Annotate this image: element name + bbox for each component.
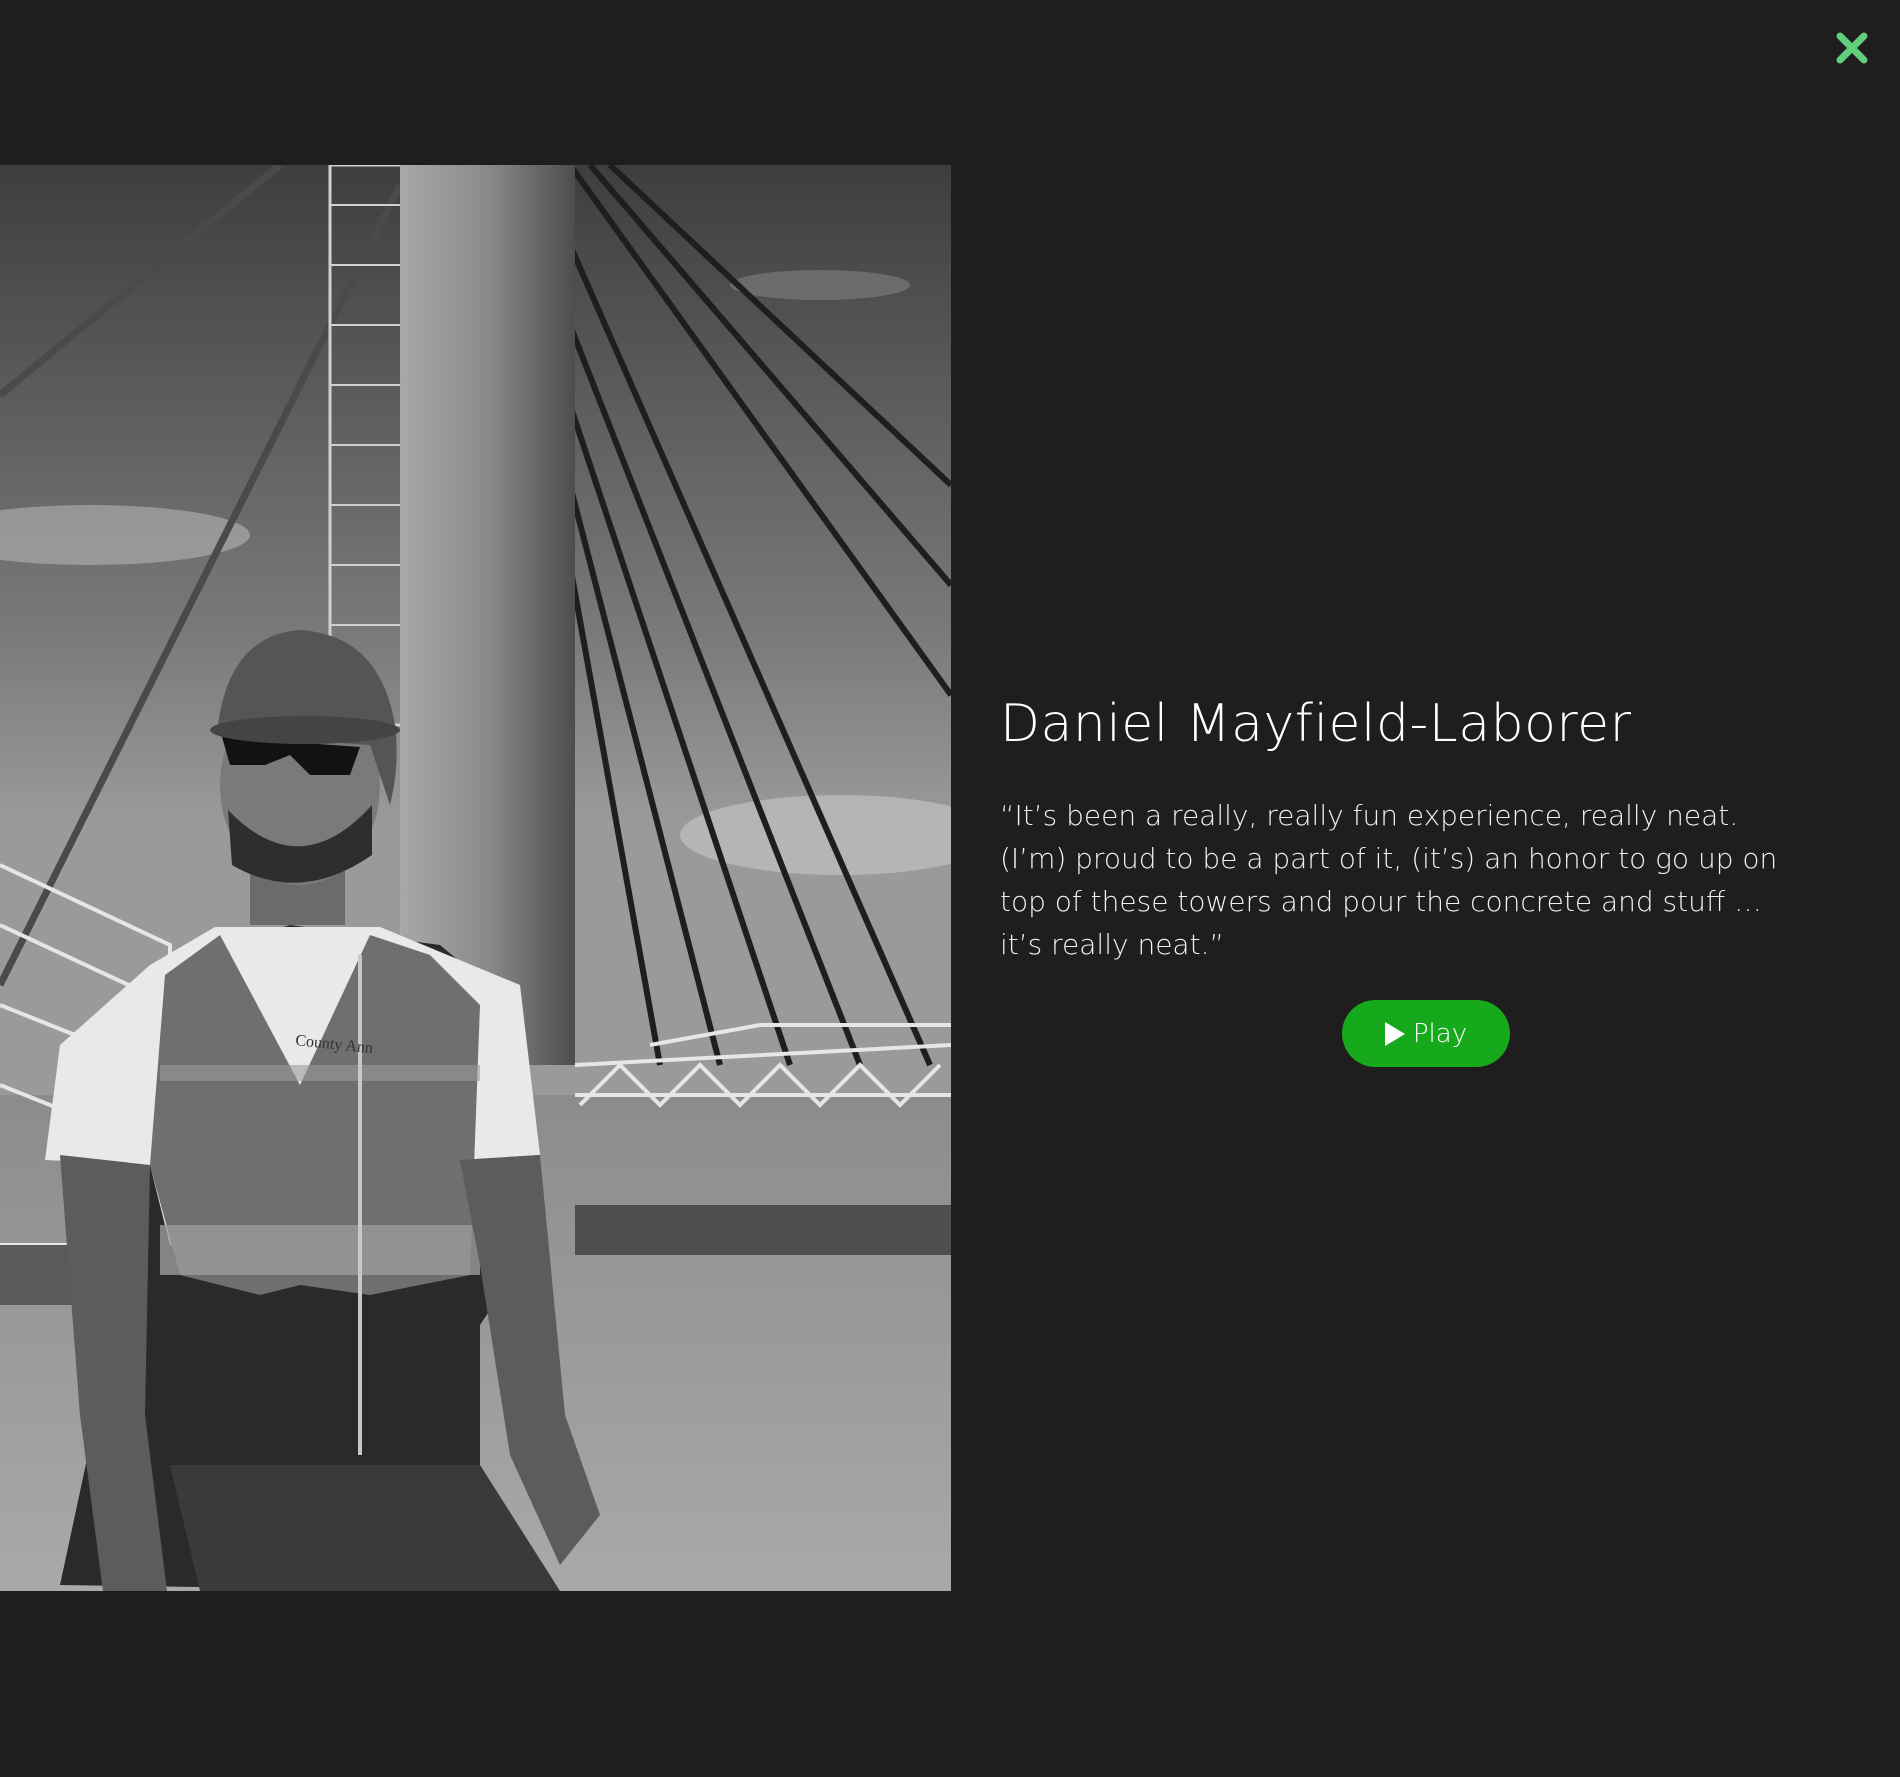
profile-name: Daniel Mayfield-Laborer — [1000, 694, 1632, 754]
laborer-photo: County Ann — [0, 165, 951, 1591]
play-button[interactable]: Play — [1342, 1000, 1510, 1067]
close-x-icon — [1836, 32, 1868, 64]
profile-content: Daniel Mayfield-Laborer “It’s been a rea… — [1000, 690, 1820, 966]
profile-quote: “It’s been a really, really fun experien… — [1000, 799, 1778, 961]
lightbox-modal: County Ann Daniel Mayfield-Laborer “It’s… — [0, 0, 1900, 1777]
close-button[interactable] — [1832, 28, 1872, 68]
play-button-container: Play — [1342, 1000, 1510, 1067]
play-button-label: Play — [1412, 1018, 1468, 1049]
play-triangle-icon — [1384, 1021, 1405, 1046]
